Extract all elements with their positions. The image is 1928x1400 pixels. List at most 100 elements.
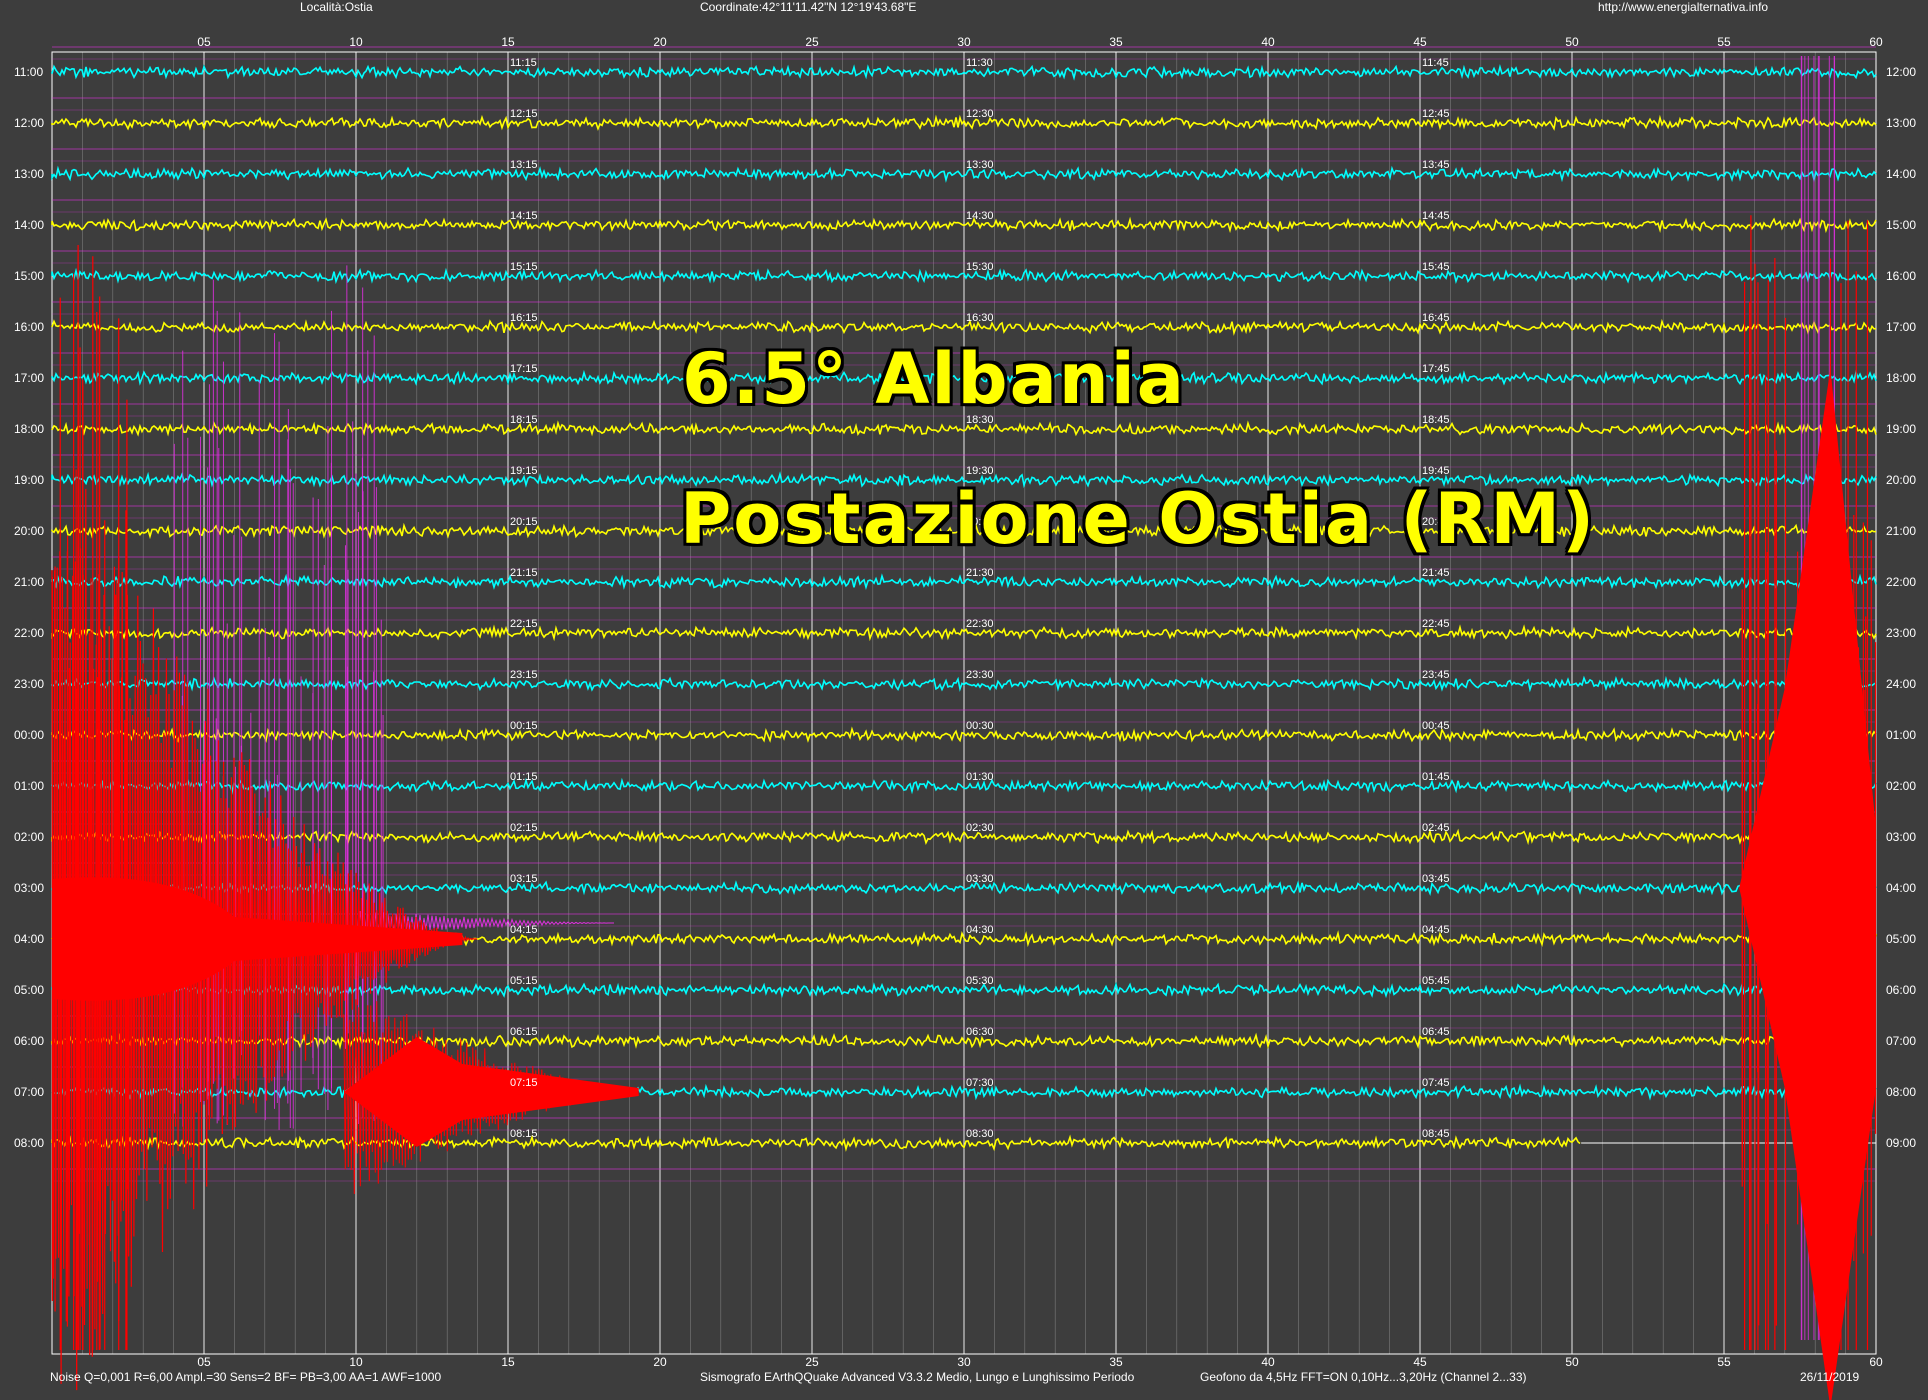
quarter-label: 01:30 bbox=[966, 771, 994, 783]
quarter-label: 17:45 bbox=[1422, 363, 1450, 375]
quarter-label: 02:45 bbox=[1422, 822, 1450, 834]
quarter-label: 06:30 bbox=[966, 1026, 994, 1038]
quarter-label: 19:45 bbox=[1422, 465, 1450, 477]
quarter-label: 23:45 bbox=[1422, 669, 1450, 681]
x-tick-label-bottom: 10 bbox=[349, 1355, 363, 1369]
quarter-label: 15:45 bbox=[1422, 261, 1450, 273]
row-label-left: 17:00 bbox=[14, 371, 44, 385]
row-label-right: 24:00 bbox=[1886, 677, 1916, 691]
row-label-left: 14:00 bbox=[14, 218, 44, 232]
quarter-label: 01:15 bbox=[510, 771, 538, 783]
x-tick-label-bottom: 05 bbox=[197, 1355, 211, 1369]
quarter-label: 05:45 bbox=[1422, 975, 1450, 987]
row-label-right: 08:00 bbox=[1886, 1085, 1916, 1099]
quarter-label: 16:30 bbox=[966, 312, 994, 324]
quake-envelope-end bbox=[1739, 368, 1876, 1400]
row-label-left: 02:00 bbox=[14, 830, 44, 844]
quarter-label: 18:45 bbox=[1422, 414, 1450, 426]
row-label-right: 16:00 bbox=[1886, 269, 1916, 283]
x-tick-label-top: 05 bbox=[197, 35, 211, 49]
row-label-left: 05:00 bbox=[14, 983, 44, 997]
x-tick-label-top: 55 bbox=[1717, 35, 1731, 49]
quarter-label: 07:30 bbox=[966, 1077, 994, 1089]
row-label-left: 12:00 bbox=[14, 116, 44, 130]
quarter-label: 14:30 bbox=[966, 210, 994, 222]
x-tick-label-bottom: 60 bbox=[1869, 1355, 1883, 1369]
row-label-right: 18:00 bbox=[1886, 371, 1916, 385]
row-label-left: 20:00 bbox=[14, 524, 44, 538]
row-label-left: 16:00 bbox=[14, 320, 44, 334]
quarter-label: 11:15 bbox=[510, 57, 537, 69]
quarter-label: 19:30 bbox=[966, 465, 994, 477]
row-label-left: 13:00 bbox=[14, 167, 44, 181]
quarter-label: 12:30 bbox=[966, 108, 994, 120]
row-label-right: 21:00 bbox=[1886, 524, 1916, 538]
x-tick-label-bottom: 40 bbox=[1261, 1355, 1275, 1369]
quarter-label: 06:45 bbox=[1422, 1026, 1450, 1038]
x-tick-label-bottom: 35 bbox=[1109, 1355, 1123, 1369]
date-label: 26/11/2019 bbox=[1800, 1370, 1860, 1384]
quarter-label: 21:45 bbox=[1422, 567, 1450, 579]
row-label-right: 01:00 bbox=[1886, 728, 1916, 742]
x-tick-label-top: 60 bbox=[1869, 35, 1883, 49]
row-label-right: 23:00 bbox=[1886, 626, 1916, 640]
x-tick-label-top: 15 bbox=[501, 35, 515, 49]
row-label-left: 19:00 bbox=[14, 473, 44, 487]
quarter-label: 12:45 bbox=[1422, 108, 1450, 120]
row-label-right: 13:00 bbox=[1886, 116, 1916, 130]
row-label-left: 15:00 bbox=[14, 269, 44, 283]
row-label-left: 00:00 bbox=[14, 728, 44, 742]
geophone-label: Geofono da 4,5Hz FFT=ON 0,10Hz...3,20Hz … bbox=[1200, 1370, 1527, 1384]
trace-line bbox=[51, 1134, 1581, 1152]
row-label-right: 17:00 bbox=[1886, 320, 1916, 334]
quarter-label: 02:15 bbox=[510, 822, 538, 834]
quarter-label: 01:45 bbox=[1422, 771, 1450, 783]
quarter-label: 04:15 bbox=[510, 924, 538, 936]
row-label-left: 21:00 bbox=[14, 575, 44, 589]
quarter-label: 05:15 bbox=[510, 975, 538, 987]
quarter-label: 00:45 bbox=[1422, 720, 1450, 732]
quarter-label: 06:15 bbox=[510, 1026, 538, 1038]
row-label-right: 12:00 bbox=[1886, 65, 1916, 79]
row-label-right: 04:00 bbox=[1886, 881, 1916, 895]
grid bbox=[51, 46, 1877, 1355]
quarter-label: 04:30 bbox=[966, 924, 994, 936]
seismogram-chart: 05 05 10 10 15 15 20 20 25 25 30 30 35 35 40 40 45 45 50 50… bbox=[14, 35, 1916, 1400]
x-tick-label-top: 10 bbox=[349, 35, 363, 49]
quarter-label: 16:45 bbox=[1422, 312, 1450, 324]
row-label-right: 19:00 bbox=[1886, 422, 1916, 436]
quarter-label: 23:15 bbox=[510, 669, 538, 681]
row-label-left: 08:00 bbox=[14, 1136, 44, 1150]
quarter-label: 21:30 bbox=[966, 567, 994, 579]
quarter-label: 13:15 bbox=[510, 159, 538, 171]
station-title: Postazione Ostia (RM) bbox=[680, 478, 1597, 560]
quarter-label: 07:45 bbox=[1422, 1077, 1450, 1089]
x-tick-label-top: 30 bbox=[957, 35, 971, 49]
quarter-label: 22:15 bbox=[510, 618, 538, 630]
row-label-left: 01:00 bbox=[14, 779, 44, 793]
settings-label: Noise Q=0,001 R=6,00 Ampl.=30 Sens=2 BF=… bbox=[50, 1370, 442, 1384]
row-label-right: 03:00 bbox=[1886, 830, 1916, 844]
quarter-label: 13:45 bbox=[1422, 159, 1450, 171]
quarter-label: 03:15 bbox=[510, 873, 538, 885]
x-tick-label-top: 35 bbox=[1109, 35, 1123, 49]
quarter-label: 18:15 bbox=[510, 414, 538, 426]
quarter-label: 15:30 bbox=[966, 261, 994, 273]
quarter-label: 00:15 bbox=[510, 720, 538, 732]
quarter-label: 11:30 bbox=[966, 57, 993, 69]
quarter-label: 21:15 bbox=[510, 567, 538, 579]
row-label-left: 11:00 bbox=[14, 65, 43, 79]
quarter-label: 17:15 bbox=[510, 363, 538, 375]
quarter-label: 08:45 bbox=[1422, 1128, 1450, 1140]
row-label-left: 07:00 bbox=[14, 1085, 44, 1099]
quarter-label: 11:45 bbox=[1422, 57, 1449, 69]
row-label-right: 09:00 bbox=[1886, 1136, 1916, 1150]
row-label-left: 18:00 bbox=[14, 422, 44, 436]
event-title: 6.5° Albania bbox=[682, 338, 1186, 420]
quarter-label: 13:30 bbox=[966, 159, 994, 171]
x-tick-label-top: 20 bbox=[653, 35, 667, 49]
row-label-left: 03:00 bbox=[14, 881, 44, 895]
row-label-left: 04:00 bbox=[14, 932, 44, 946]
quarter-label: 07:15 bbox=[510, 1077, 538, 1089]
row-label-right: 02:00 bbox=[1886, 779, 1916, 793]
